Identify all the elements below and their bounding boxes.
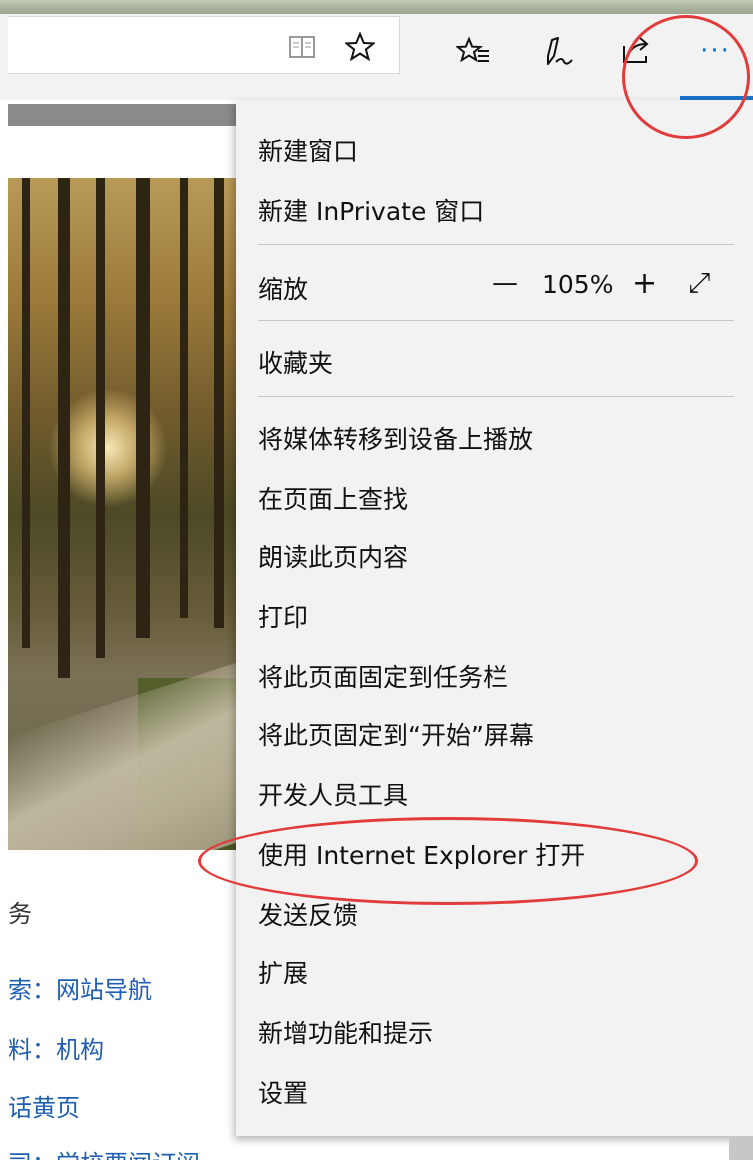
fullscreen-icon[interactable]: ⤢ bbox=[688, 266, 710, 300]
stone-path bbox=[8, 655, 238, 850]
menu-item-favorites[interactable]: 收藏夹 bbox=[258, 344, 333, 380]
share-icon bbox=[623, 37, 649, 63]
more-actions-menu: 新建窗口 新建 InPrivate 窗口 缩放 — 105% + ⤢ 收藏夹 将… bbox=[236, 100, 753, 1136]
menu-item-print[interactable]: 打印 bbox=[258, 598, 308, 634]
page-link-fragment[interactable]: 司：学校要闻订阅 bbox=[8, 1144, 200, 1160]
web-note-button[interactable] bbox=[534, 28, 580, 74]
address-bar[interactable] bbox=[8, 16, 400, 74]
zoom-in-button[interactable]: + bbox=[632, 266, 657, 301]
page-text-fragment: 务 bbox=[8, 900, 32, 928]
page-link-fragment[interactable]: 料：机构 bbox=[8, 1030, 104, 1065]
menu-separator bbox=[258, 396, 734, 397]
star-list-icon bbox=[456, 36, 489, 63]
page-link-fragment[interactable]: 话黄页 bbox=[8, 1088, 80, 1123]
more-actions-button[interactable]: ··· bbox=[678, 16, 753, 86]
menu-item-new-window[interactable]: 新建窗口 bbox=[258, 132, 358, 168]
browser-window: ··· 务 索：网站导航 料：机构 话黄页 司：学校要闻订阅 新建窗口 新建 I… bbox=[0, 0, 753, 1160]
menu-item-pin-taskbar[interactable]: 将此页面固定到任务栏 bbox=[258, 658, 508, 694]
menu-item-settings[interactable]: 设置 bbox=[258, 1074, 308, 1110]
title-strip bbox=[0, 0, 753, 14]
menu-item-cast-media[interactable]: 将媒体转移到设备上播放 bbox=[258, 420, 533, 456]
zoom-level: 105% bbox=[542, 270, 614, 299]
menu-item-extensions[interactable]: 扩展 bbox=[258, 954, 308, 990]
scrollbar-thumb[interactable] bbox=[729, 1136, 753, 1160]
pen-icon bbox=[547, 37, 573, 65]
menu-item-pin-start[interactable]: 将此页固定到“开始”屏幕 bbox=[258, 716, 534, 752]
menu-separator bbox=[258, 320, 734, 321]
menu-item-new-inprivate[interactable]: 新建 InPrivate 窗口 bbox=[258, 192, 484, 228]
book-icon bbox=[289, 36, 315, 58]
favorites-hub-button[interactable] bbox=[450, 28, 496, 74]
tree-trunk bbox=[22, 178, 30, 648]
zoom-out-button[interactable]: — bbox=[492, 268, 518, 298]
tree-trunk bbox=[214, 178, 224, 628]
menu-item-whats-new[interactable]: 新增功能和提示 bbox=[258, 1014, 433, 1050]
tree-trunk bbox=[58, 178, 70, 678]
reading-view-button[interactable] bbox=[282, 27, 322, 67]
tree-trunk bbox=[180, 178, 188, 618]
page-header-bar bbox=[8, 104, 238, 126]
share-button[interactable] bbox=[614, 28, 660, 74]
menu-item-find-on-page[interactable]: 在页面上查找 bbox=[258, 480, 408, 516]
menu-item-read-aloud[interactable]: 朗读此页内容 bbox=[258, 538, 408, 574]
ellipsis-icon: ··· bbox=[700, 36, 731, 66]
menu-item-zoom-label: 缩放 bbox=[258, 275, 309, 304]
star-icon bbox=[345, 32, 375, 62]
page-link-fragment[interactable]: 索：网站导航 bbox=[8, 970, 152, 1005]
tree-trunk bbox=[136, 178, 150, 638]
menu-separator bbox=[258, 244, 734, 245]
menu-item-dev-tools[interactable]: 开发人员工具 bbox=[258, 776, 408, 812]
add-favorite-button[interactable] bbox=[340, 27, 380, 67]
tree-trunk bbox=[96, 178, 105, 658]
campus-photo bbox=[8, 178, 238, 850]
menu-item-send-feedback[interactable]: 发送反馈 bbox=[258, 896, 358, 932]
menu-item-open-ie[interactable]: 使用 Internet Explorer 打开 bbox=[258, 836, 585, 872]
